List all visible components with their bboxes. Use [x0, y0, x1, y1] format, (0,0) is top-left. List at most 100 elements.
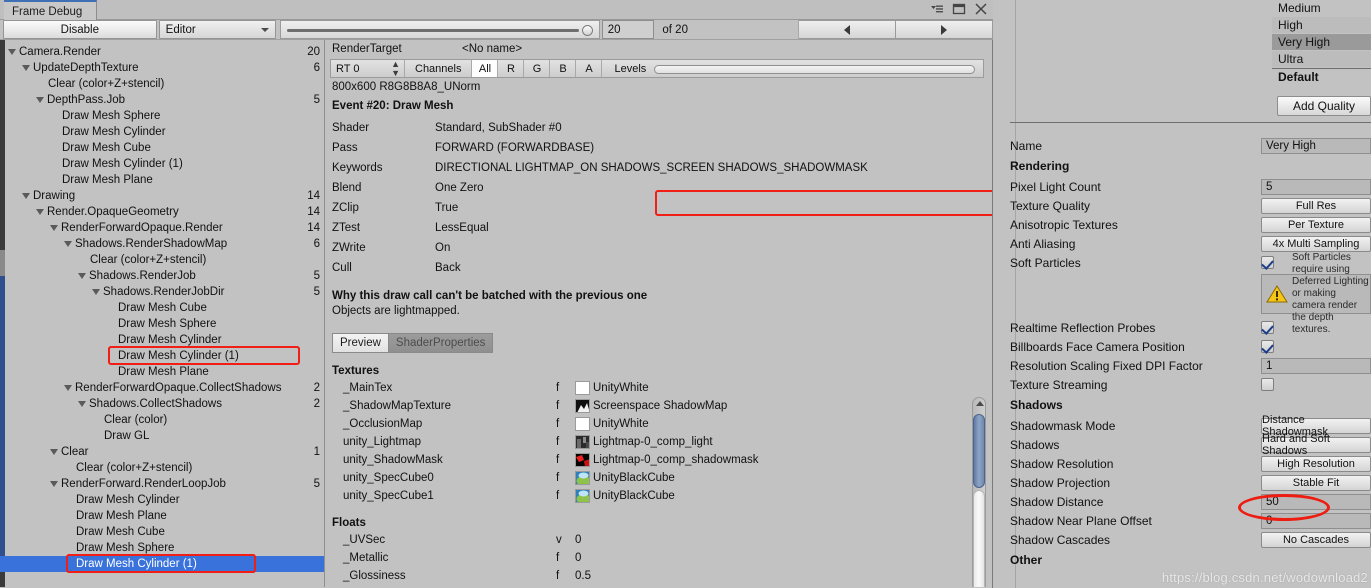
triangle-down-icon[interactable] — [22, 193, 30, 199]
event-index-field[interactable]: 20 — [601, 20, 655, 39]
settings-dropdown[interactable]: Distance Shadowmask — [1261, 414, 1371, 438]
settings-text-field[interactable]: 50 — [1261, 493, 1371, 510]
tree-item[interactable]: Draw Mesh Cylinder (1) — [0, 348, 324, 364]
quality-levels-list[interactable]: Medium High Very High Ultra Default — [1272, 0, 1371, 85]
tree-item[interactable]: Draw Mesh Cylinder (1) — [0, 556, 324, 572]
tree-item[interactable]: Shadows.RenderJob 5 — [0, 268, 324, 284]
tree-item[interactable]: Draw Mesh Cylinder — [0, 492, 324, 508]
tree-item[interactable]: Shadows.RenderJobDir 5 — [0, 284, 324, 300]
tree-item[interactable]: Draw Mesh Cube — [0, 140, 324, 156]
target-dropdown[interactable]: Editor — [158, 20, 276, 39]
settings-dropdown[interactable]: 4x Multi Sampling — [1261, 235, 1371, 252]
settings-dropdown[interactable]: Per Texture — [1261, 216, 1371, 233]
detail-scrollbar[interactable] — [972, 397, 986, 587]
name-field[interactable]: Very High — [1261, 137, 1371, 154]
tree-item[interactable]: UpdateDepthTexture 6 — [0, 60, 324, 76]
settings-checkbox[interactable] — [1261, 321, 1274, 334]
tab-preview[interactable]: Preview — [332, 333, 389, 353]
tree-item[interactable]: Draw Mesh Cylinder — [0, 124, 324, 140]
levels-slider[interactable] — [654, 65, 975, 74]
previous-event-button[interactable] — [798, 20, 896, 39]
disable-button[interactable]: Disable — [3, 20, 157, 39]
triangle-down-icon[interactable] — [92, 289, 100, 295]
channel-button-all[interactable]: All — [472, 60, 499, 77]
triangle-down-icon[interactable] — [36, 97, 44, 103]
tree-item[interactable]: Render.OpaqueGeometry 14 — [0, 204, 324, 220]
triangle-down-icon[interactable] — [8, 49, 16, 55]
settings-checkbox[interactable] — [1261, 256, 1274, 269]
settings-dropdown[interactable]: Full Res — [1261, 197, 1371, 214]
triangle-down-icon[interactable] — [22, 65, 30, 71]
up-down-arrows-icon: ▲ ▼ — [391, 58, 400, 78]
scroll-up-arrow-icon[interactable] — [976, 401, 984, 406]
menu-icon[interactable] — [930, 2, 944, 16]
settings-text-field[interactable]: 1 — [1261, 357, 1371, 374]
scrollbar-thumb[interactable] — [973, 414, 985, 488]
settings-text-field[interactable]: 5 — [1261, 178, 1371, 195]
tree-item[interactable]: RenderForward.RenderLoopJob 5 — [0, 476, 324, 492]
maximize-icon[interactable] — [952, 2, 966, 16]
tree-item[interactable]: DepthPass.Job 5 — [0, 92, 324, 108]
tree-item[interactable]: Shadows.RenderShadowMap 6 — [0, 236, 324, 252]
settings-dropdown[interactable]: No Cascades — [1261, 531, 1371, 548]
close-icon[interactable] — [974, 2, 988, 16]
tree-item-label: Camera.Render — [19, 46, 101, 58]
add-quality-button[interactable]: Add Quality — [1277, 96, 1371, 116]
tree-item[interactable]: Draw Mesh Sphere — [0, 316, 324, 332]
tab-frame-debug[interactable]: Frame Debug — [4, 0, 98, 20]
settings-dropdown[interactable]: Hard and Soft Shadows — [1261, 433, 1371, 457]
channel-button-b[interactable]: B — [550, 60, 577, 77]
triangle-down-icon[interactable] — [50, 481, 58, 487]
tree-item[interactable]: Draw GL — [0, 428, 324, 444]
tree-item[interactable]: Clear (color+Z+stencil) — [0, 460, 324, 476]
tree-item[interactable]: Draw Mesh Cylinder (1) — [0, 156, 324, 172]
shader-state-value: FORWARD (FORWARDBASE) — [435, 142, 595, 154]
scrollbar-trough[interactable] — [973, 490, 985, 587]
quality-level-item[interactable]: Default — [1272, 68, 1371, 85]
triangle-down-icon[interactable] — [78, 273, 86, 279]
tree-item[interactable]: Draw Mesh Plane — [0, 508, 324, 524]
tree-item[interactable]: Draw Mesh Cylinder — [0, 332, 324, 348]
tree-item[interactable]: Draw Mesh Plane — [0, 364, 324, 380]
tree-item[interactable]: Drawing 14 — [0, 188, 324, 204]
settings-dropdown[interactable]: Stable Fit — [1261, 474, 1371, 491]
tree-item[interactable]: Shadows.CollectShadows 2 — [0, 396, 324, 412]
quality-level-item[interactable]: Very High — [1272, 34, 1371, 51]
tree-item[interactable]: Camera.Render 20 — [0, 44, 324, 60]
triangle-down-icon[interactable] — [50, 225, 58, 231]
tree-item[interactable]: RenderForwardOpaque.CollectShadows 2 — [0, 380, 324, 396]
event-slider-knob[interactable] — [581, 25, 593, 36]
quality-level-item[interactable]: High — [1272, 17, 1371, 34]
tree-item[interactable]: Draw Mesh Cube — [0, 300, 324, 316]
settings-dropdown[interactable]: High Resolution — [1261, 455, 1371, 472]
tree-item[interactable]: Clear (color) — [0, 412, 324, 428]
triangle-down-icon[interactable] — [50, 449, 58, 455]
rt-select-dropdown[interactable]: RT 0 ▲ ▼ — [331, 58, 405, 78]
tree-item[interactable]: Draw Mesh Sphere — [0, 540, 324, 556]
shader-state-key: ZTest — [332, 222, 361, 234]
settings-checkbox[interactable] — [1261, 340, 1274, 353]
tab-shader-properties[interactable]: ShaderProperties — [388, 333, 494, 353]
quality-level-item[interactable]: Medium — [1272, 0, 1371, 17]
tree-item[interactable]: RenderForwardOpaque.Render 14 — [0, 220, 324, 236]
settings-checkbox[interactable] — [1261, 378, 1274, 391]
next-event-button[interactable] — [895, 20, 993, 39]
tree-item[interactable]: Draw Mesh Cube — [0, 524, 324, 540]
tree-item[interactable]: Draw Mesh Sphere — [0, 108, 324, 124]
triangle-down-icon[interactable] — [36, 209, 44, 215]
triangle-down-icon[interactable] — [78, 401, 86, 407]
triangle-down-icon[interactable] — [64, 241, 72, 247]
tree-item[interactable]: Clear (color+Z+stencil) — [0, 76, 324, 92]
event-slider[interactable] — [279, 20, 600, 39]
tree-item[interactable]: Draw Mesh Plane — [0, 172, 324, 188]
frame-event-tree[interactable]: Camera.Render 20 UpdateDepthTexture 6 Clear … — [0, 40, 325, 587]
channel-button-r[interactable]: R — [498, 60, 525, 77]
quality-level-item[interactable]: Ultra — [1272, 51, 1371, 68]
triangle-down-icon[interactable] — [64, 385, 72, 391]
settings-text-field[interactable]: 0 — [1261, 512, 1371, 529]
channel-button-a[interactable]: A — [576, 60, 603, 77]
tree-item[interactable]: Clear 1 — [0, 444, 324, 460]
channel-button-g[interactable]: G — [524, 60, 551, 77]
tree-item[interactable]: Clear (color+Z+stencil) — [0, 252, 324, 268]
